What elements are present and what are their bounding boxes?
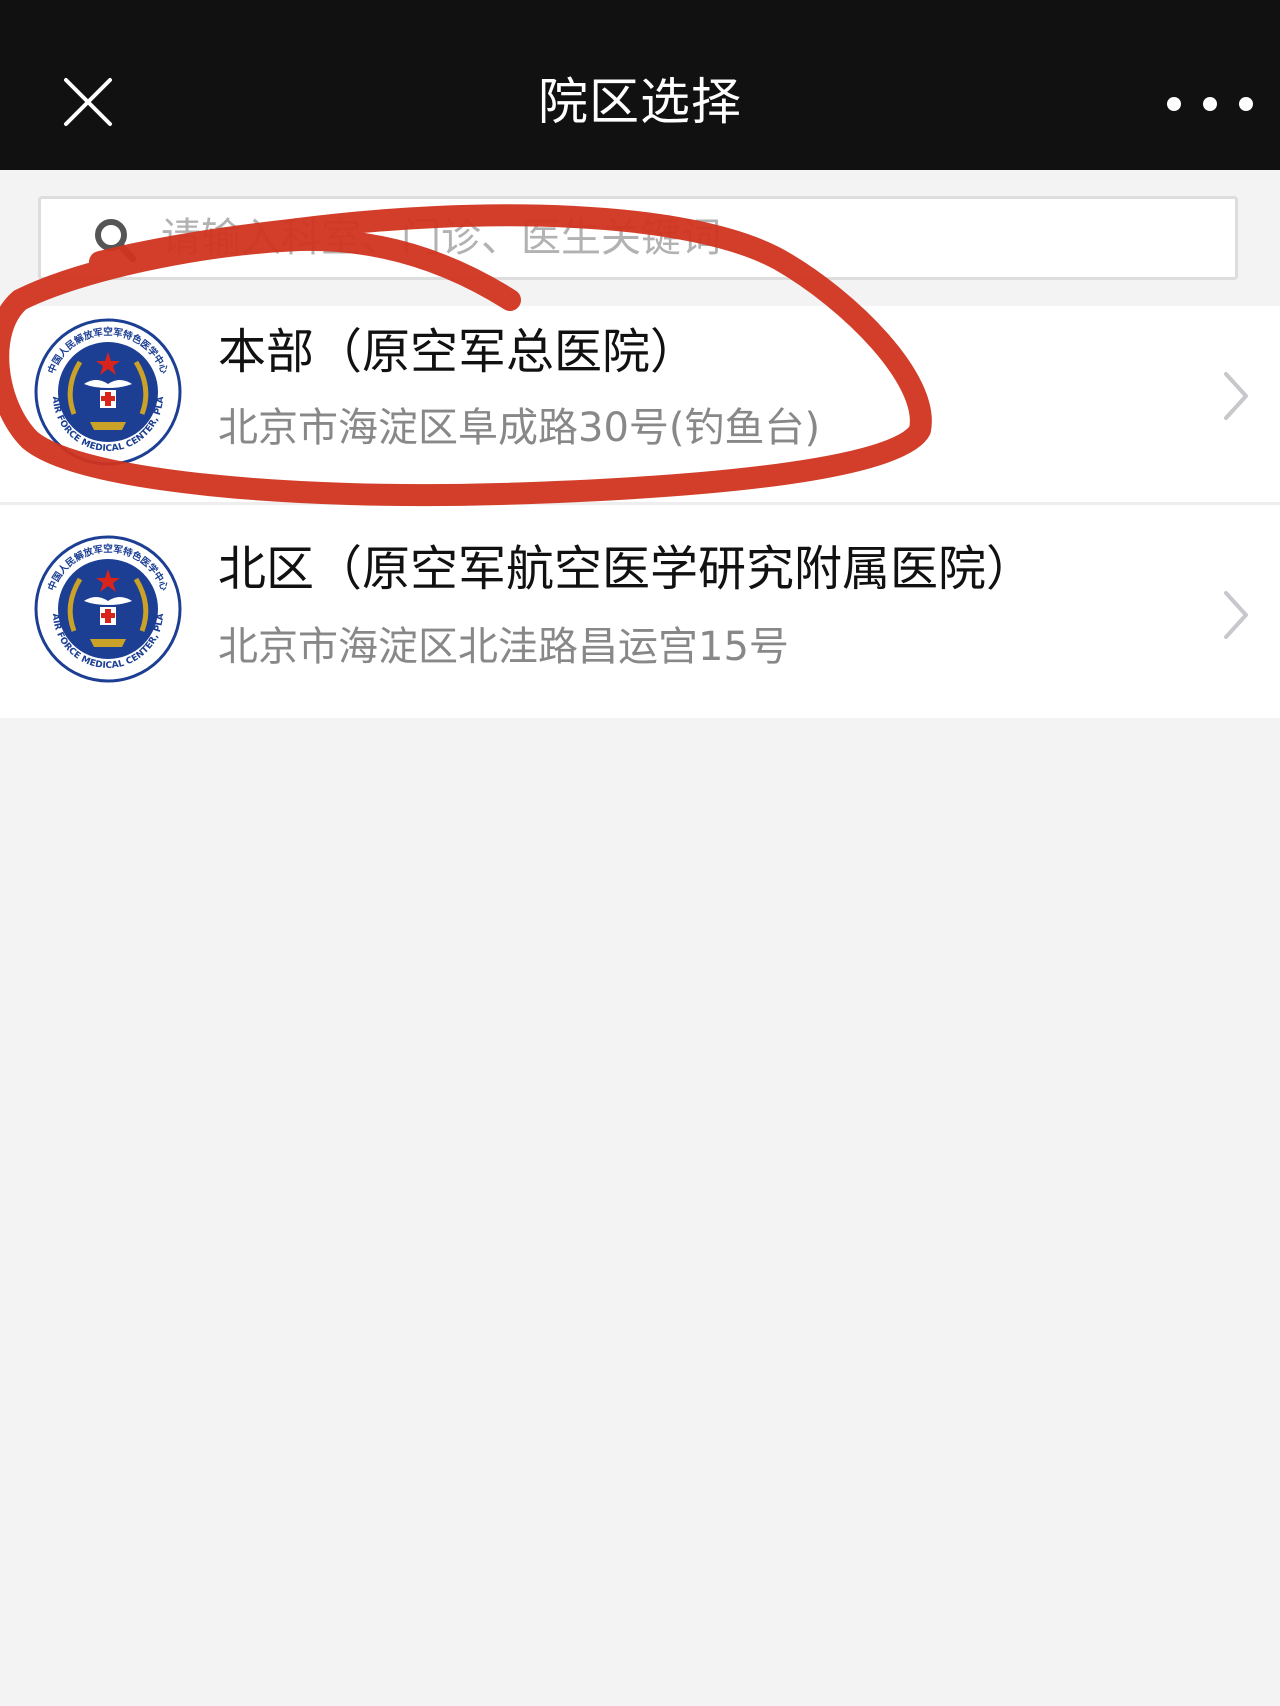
more-icon[interactable] — [1162, 92, 1258, 116]
campus-item-main[interactable]: 中国人民解放军空军特色医学中心 AIR FORCE MEDICAL CENTER… — [0, 306, 1280, 502]
campus-list: 中国人民解放军空军特色医学中心 AIR FORCE MEDICAL CENTER… — [0, 306, 1280, 718]
chevron-right-icon — [1224, 372, 1248, 420]
nav-bar: 院区选择 — [0, 0, 1280, 170]
campus-address: 北京市海淀区阜成路30号(钓鱼台) — [218, 405, 821, 451]
search-input[interactable] — [161, 207, 1221, 269]
hospital-logo: 中国人民解放军空军特色医学中心 AIR FORCE MEDICAL CENTER… — [34, 318, 182, 466]
search-box[interactable] — [38, 196, 1238, 280]
campus-name: 北区（原空军航空医学研究附属医院） — [218, 541, 1035, 597]
page-title: 院区选择 — [538, 73, 742, 131]
chevron-right-icon — [1224, 591, 1248, 639]
hospital-logo: 中国人民解放军空军特色医学中心 AIR FORCE MEDICAL CENTER… — [34, 535, 182, 683]
search-icon — [95, 219, 137, 263]
campus-address: 北京市海淀区北洼路昌运宫15号 — [218, 624, 789, 670]
campus-item-north[interactable]: 中国人民解放军空军特色医学中心 AIR FORCE MEDICAL CENTER… — [0, 502, 1280, 718]
campus-name: 本部（原空军总医院） — [218, 324, 699, 380]
